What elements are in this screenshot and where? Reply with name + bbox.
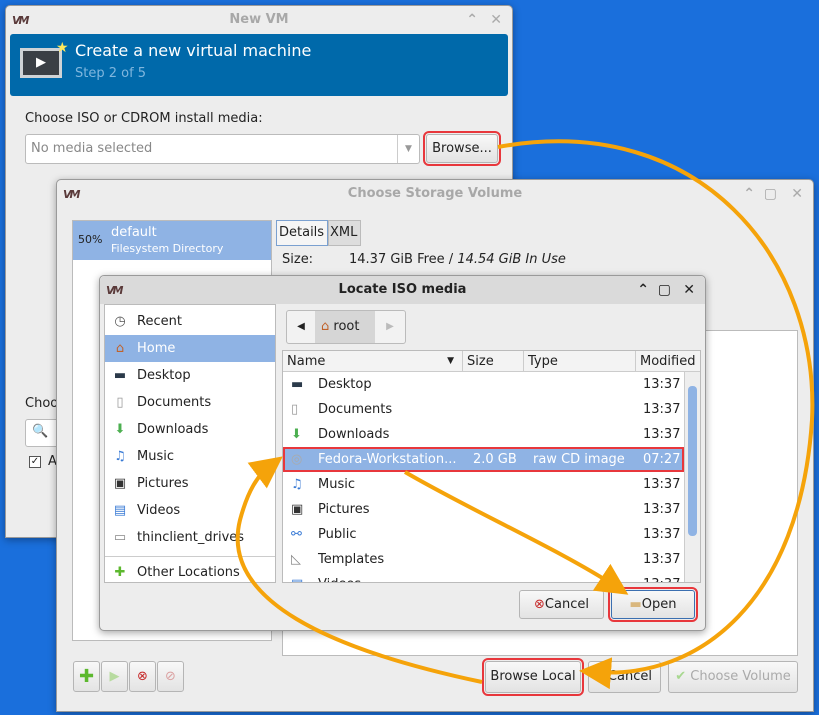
arrow-browse-to-browse-local [497, 139, 815, 690]
annotation-arrows [235, 139, 815, 690]
arrow-browse-local-to-file [235, 456, 483, 684]
arrow-file-to-open [403, 470, 629, 595]
